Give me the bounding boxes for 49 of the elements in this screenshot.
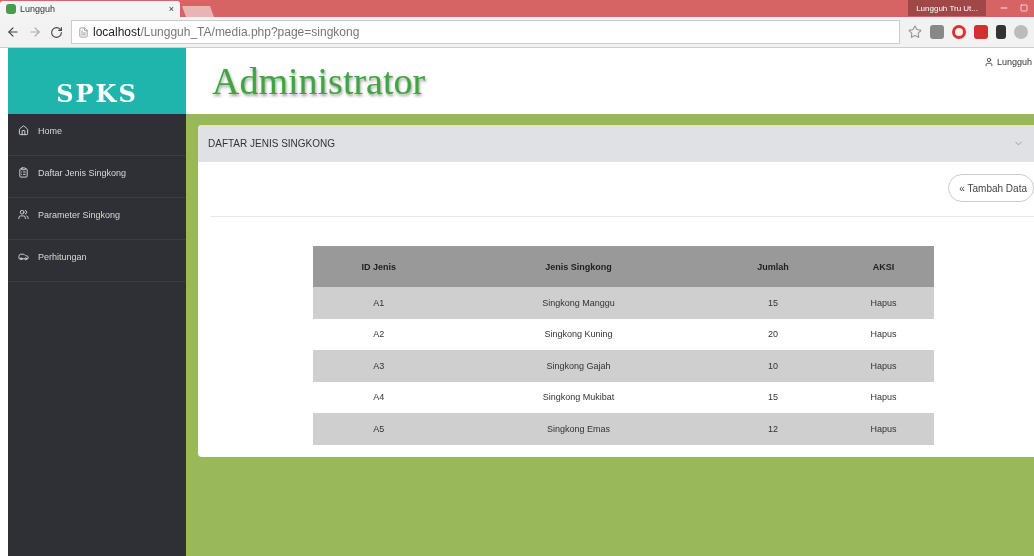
table-cell: A1 — [313, 287, 445, 319]
reload-icon[interactable] — [50, 25, 63, 39]
column-header: AKSI — [833, 246, 934, 287]
delete-link[interactable]: Hapus — [833, 318, 934, 350]
clipboard-icon — [18, 167, 29, 178]
profile-button[interactable]: Lungguh Tru Ut... — [908, 0, 986, 16]
home-icon — [18, 125, 29, 136]
page-icon — [78, 26, 89, 38]
table-cell: Singkong Manggu — [444, 287, 713, 319]
user-icon — [983, 57, 994, 67]
delete-link[interactable]: Hapus — [833, 350, 934, 382]
brand-logo: SPKS — [56, 79, 138, 108]
bookmark-star-icon[interactable] — [908, 25, 922, 39]
column-header: Jenis Singkong — [444, 246, 713, 287]
add-data-button[interactable]: « Tambah Data — [948, 174, 1034, 202]
users-icon — [18, 209, 29, 220]
column-header: ID Jenis — [313, 246, 445, 287]
table-cell: 20 — [712, 318, 834, 350]
panel-title: DAFTAR JENIS SINGKONG — [208, 138, 337, 149]
delete-link[interactable]: Hapus — [833, 413, 934, 445]
table-cell: Singkong Kuning — [444, 318, 713, 350]
new-tab-button[interactable] — [182, 6, 214, 17]
forward-icon[interactable] — [28, 25, 42, 39]
back-icon[interactable] — [6, 25, 20, 39]
browser-tab[interactable]: Lungguh × — [0, 1, 180, 17]
user-menu[interactable]: Lungguh — [983, 57, 1034, 67]
table-cell: 10 — [712, 350, 834, 382]
car-icon — [18, 251, 29, 262]
table-cell: A5 — [313, 413, 445, 445]
table-cell: A4 — [313, 381, 445, 413]
table-cell: A3 — [313, 350, 445, 382]
delete-link[interactable]: Hapus — [833, 287, 934, 319]
table-cell: 12 — [712, 413, 834, 445]
page-title: Administrator — [212, 59, 427, 103]
favicon-icon — [6, 4, 16, 14]
table-cell: 15 — [712, 287, 834, 319]
table-cell: Singkong Emas — [444, 413, 713, 445]
table-cell: 15 — [712, 381, 834, 413]
column-header: Jumlah — [712, 246, 834, 287]
tab-close-button[interactable]: × — [168, 4, 174, 14]
extension-icon[interactable] — [952, 25, 966, 39]
address-field[interactable]: localhost/Lungguh_TA/media.php?page=singkong — [71, 20, 900, 44]
tab-title: Lungguh — [20, 4, 57, 14]
restore-icon — [1020, 4, 1028, 12]
table-cell: A2 — [313, 318, 445, 350]
extension-icon[interactable] — [996, 25, 1006, 39]
table-cell: Singkong Mukibat — [444, 381, 713, 413]
table-cell: Singkong Gajah — [444, 350, 713, 382]
delete-link[interactable]: Hapus — [833, 381, 934, 413]
